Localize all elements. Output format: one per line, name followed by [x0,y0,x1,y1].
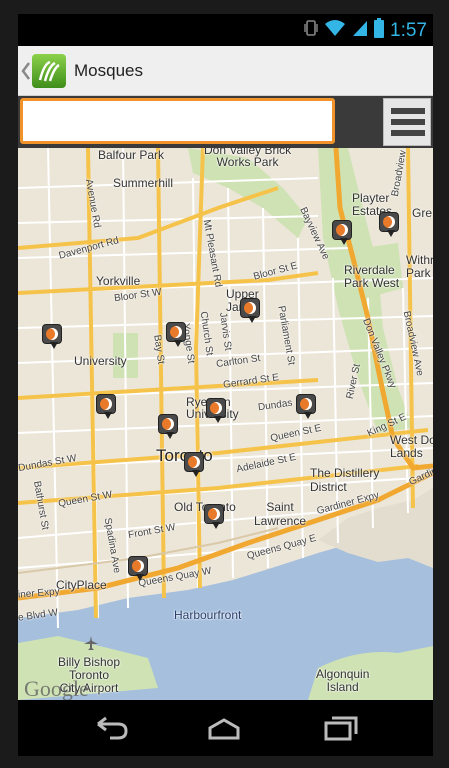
label-summerhill: Summerhill [113,176,174,190]
signal-icon [352,19,368,42]
wifi-icon [324,19,346,42]
label-university: University [74,354,127,368]
marker-pin-tail [340,238,348,245]
marker-pin-tail [212,522,220,529]
label-balfour-park: Balfour Park [98,148,165,162]
label-riverdale-park-west: Riverdale Park West [344,263,400,290]
mosque-marker[interactable] [128,556,148,582]
battery-icon [374,18,385,43]
mosque-marker[interactable] [42,324,62,350]
menu-icon [391,108,425,114]
label-saint-lawrence: Saint Lawrence [254,500,307,528]
mosque-marker[interactable] [296,394,316,420]
vibrate-icon [304,19,318,42]
marker-pin-tail [192,470,200,477]
mosque-marker-icon [204,504,224,524]
marker-pin-tail [50,342,58,349]
label-gre: Gre [412,206,433,220]
mosque-marker[interactable] [206,398,226,424]
marker-pin-tail [136,574,144,581]
mosque-marker-icon [206,398,226,418]
marker-pin-tail [174,340,182,347]
label-distillery-district: The Distillery District [310,466,380,494]
mosque-marker-icon [128,556,148,576]
mosque-marker-icon [158,414,178,434]
mosque-marker[interactable] [166,322,186,348]
label-yorkville: Yorkville [96,274,141,288]
mosque-marker-icon [42,324,62,344]
mosque-marker[interactable] [96,394,116,420]
back-caret-icon[interactable] [20,60,32,82]
navigation-bar [18,700,433,756]
mosque-marker[interactable] [184,452,204,478]
label-harbourfront: Harbourfront [174,608,242,622]
home-icon[interactable] [204,714,244,742]
back-icon[interactable] [90,714,130,742]
mosque-marker[interactable] [204,504,224,530]
mosque-marker-icon [240,298,260,318]
mosque-marker-icon [166,322,186,342]
google-logo: Google [24,676,89,700]
status-bar: 1:57 [18,14,433,46]
status-icons: 1:57 [304,18,427,43]
page-title: Mosques [74,61,143,80]
menu-icon-line [391,119,425,125]
app-logo-icon[interactable] [32,54,66,88]
device-frame: 1:57 Mosques Balfour Park Don Valley Bri… [0,0,449,768]
search-input[interactable] [20,98,335,144]
label-west-don-lands: West Do Lands [390,433,433,460]
menu-button[interactable] [383,98,431,146]
mosque-marker-icon [184,452,204,472]
airport-icon [84,636,98,650]
marker-pin-tail [248,316,256,323]
action-bar: Mosques [18,46,433,96]
mosque-marker-icon [332,220,352,240]
mosque-marker[interactable] [158,414,178,440]
mosque-marker-icon [96,394,116,414]
marker-pin-tail [304,412,312,419]
mosque-marker-icon [296,394,316,414]
menu-icon-line [391,130,425,136]
mosque-marker[interactable] [332,220,352,246]
recent-apps-icon[interactable] [320,714,360,742]
marker-pin-tail [166,432,174,439]
mosque-marker-icon [379,212,399,232]
mosque-marker[interactable] [240,298,260,324]
label-cityplace: CityPlace [56,578,107,592]
mosque-marker[interactable] [379,212,399,238]
label-algonquin-island: Algonquin Island [316,667,370,694]
label-don-valley-brick-works: Don Valley Brick Works Park [204,148,292,169]
status-time: 1:57 [390,19,427,41]
marker-pin-tail [214,416,222,423]
label-withrow-park: Withr Park [406,253,433,280]
map-view[interactable]: Balfour Park Don Valley Brick Works Park… [18,148,433,700]
phone-screen: 1:57 Mosques Balfour Park Don Valley Bri… [18,14,433,756]
marker-pin-tail [387,230,395,237]
marker-pin-tail [104,412,112,419]
search-bar [18,96,433,148]
